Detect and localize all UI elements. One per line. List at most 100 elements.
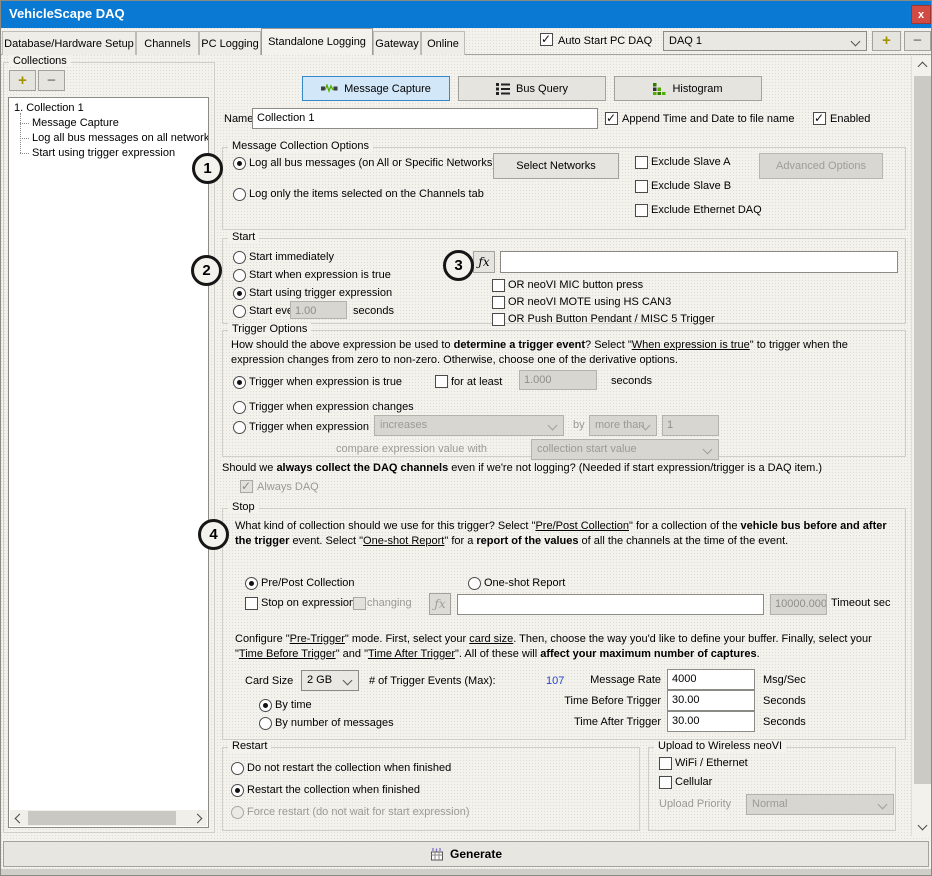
tree-item-log-all[interactable]: Log all bus messages on all networks	[20, 130, 208, 145]
window-bottom-edge	[0, 869, 932, 876]
fx-expression-button[interactable]: ƒx	[473, 251, 495, 273]
exclude-slave-b-label: Exclude Slave B	[651, 180, 731, 192]
bus-query-view-button[interactable]: Bus Query	[458, 76, 606, 101]
trigger-intro-text: How should the above expression be used …	[231, 338, 901, 368]
always-daq-question: Should we always collect the DAQ channel…	[222, 461, 898, 476]
start-expression-input[interactable]	[500, 251, 898, 273]
select-networks-button[interactable]: Select Networks	[493, 153, 619, 179]
tree-item-collection[interactable]: 1. Collection 1	[9, 98, 208, 115]
do-not-restart-radio[interactable]	[231, 762, 244, 775]
scroll-down-button[interactable]	[912, 818, 932, 836]
remove-daq-button[interactable]: −	[904, 31, 931, 51]
tree-horizontal-scrollbar[interactable]	[10, 810, 207, 826]
append-time-date-checkbox[interactable]	[605, 112, 618, 125]
tab-channels[interactable]: Channels	[136, 31, 199, 55]
message-rate-input[interactable]: 4000	[667, 669, 755, 690]
tree-item-message-capture[interactable]: Message Capture	[20, 115, 208, 130]
time-before-trigger-unit: Seconds	[763, 695, 806, 707]
start-immediately-label: Start immediately	[249, 251, 334, 263]
wifi-ethernet-checkbox[interactable]	[659, 757, 672, 770]
log-all-bus-messages-radio[interactable]	[233, 157, 246, 170]
tab-standalone-logging[interactable]: Standalone Logging	[261, 28, 373, 55]
upload-wireless-title: Upload to Wireless neoVI	[654, 740, 786, 752]
tab-gateway[interactable]: Gateway	[373, 31, 421, 55]
time-before-trigger-input[interactable]: 30.00	[667, 690, 755, 711]
for-at-least-checkbox[interactable]	[435, 375, 448, 388]
start-when-expression-radio[interactable]	[233, 269, 246, 282]
by-number-of-messages-label: By number of messages	[275, 717, 394, 729]
message-capture-view-button[interactable]: Message Capture	[302, 76, 450, 101]
start-when-expression-label: Start when expression is true	[249, 269, 391, 281]
trigger-when-expression-radio[interactable]	[233, 421, 246, 434]
chevron-down-icon	[917, 821, 927, 831]
or-neovi-mote-checkbox[interactable]	[492, 296, 505, 309]
start-immediately-radio[interactable]	[233, 251, 246, 264]
exclude-ethernet-daq-checkbox[interactable]	[635, 204, 648, 217]
name-input[interactable]: Collection 1	[252, 108, 598, 129]
tab-pc-logging[interactable]: PC Logging	[199, 31, 261, 55]
annotation-2: 2	[191, 255, 222, 286]
enabled-checkbox[interactable]	[813, 112, 826, 125]
collections-title: Collections	[9, 55, 71, 67]
exclude-slave-a-checkbox[interactable]	[635, 156, 648, 169]
trigger-when-true-radio[interactable]	[233, 376, 246, 389]
start-using-trigger-radio[interactable]	[233, 287, 246, 300]
bus-query-label: Bus Query	[516, 83, 568, 95]
list-icon	[496, 83, 510, 95]
restart-group: Restart Do not restart the collection wh…	[222, 747, 640, 831]
exclude-ethernet-daq-label: Exclude Ethernet DAQ	[651, 204, 762, 216]
restart-when-finished-label: Restart the collection when finished	[247, 784, 420, 796]
scrollbar-thumb[interactable]	[914, 76, 931, 784]
time-after-trigger-input[interactable]: 30.00	[667, 711, 755, 732]
plus-icon: +	[882, 36, 891, 46]
scroll-left-button[interactable]	[10, 810, 26, 826]
changing-checkbox	[353, 597, 366, 610]
for-at-least-seconds-label: seconds	[611, 375, 652, 387]
restart-when-finished-radio[interactable]	[231, 784, 244, 797]
tab-online[interactable]: Online	[421, 31, 465, 55]
by-amount-value: 1	[662, 415, 719, 436]
pre-post-collection-radio[interactable]	[245, 577, 258, 590]
trigger-options-group: Trigger Options How should the above exp…	[222, 330, 906, 457]
auto-start-pc-daq-checkbox[interactable]	[540, 33, 553, 46]
add-daq-button[interactable]: +	[872, 31, 901, 51]
remove-collection-button[interactable]: −	[38, 70, 65, 91]
generate-button[interactable]: Generate	[3, 841, 929, 867]
histogram-view-button[interactable]: Histogram	[614, 76, 762, 101]
log-only-channels-radio[interactable]	[233, 188, 246, 201]
add-collection-button[interactable]: +	[9, 70, 36, 91]
upload-wireless-group: Upload to Wireless neoVI WiFi / Ethernet…	[648, 747, 896, 831]
scroll-up-button[interactable]	[912, 56, 932, 74]
window-title: VehicleScape DAQ	[9, 6, 125, 21]
stop-expression-input[interactable]	[457, 594, 764, 615]
by-time-radio[interactable]	[259, 699, 272, 712]
scrollbar-thumb[interactable]	[28, 811, 176, 825]
cellular-checkbox[interactable]	[659, 776, 672, 789]
or-neovi-mote-label: OR neoVI MOTE using HS CAN3	[508, 296, 671, 308]
or-neovi-mic-checkbox[interactable]	[492, 279, 505, 292]
force-restart-radio	[231, 806, 244, 819]
start-group: Start Start immediately Start when expre…	[222, 238, 906, 324]
exclude-slave-b-checkbox[interactable]	[635, 180, 648, 193]
chevron-right-icon	[193, 813, 203, 823]
card-size-select[interactable]: 2 GB	[301, 670, 359, 691]
message-capture-label: Message Capture	[344, 83, 431, 95]
tab-database-hardware-setup[interactable]: Database/Hardware Setup	[2, 31, 136, 55]
one-shot-report-radio[interactable]	[468, 577, 481, 590]
tree-item-start-trigger[interactable]: Start using trigger expression	[20, 145, 208, 160]
message-rate-label: Message Rate	[501, 674, 661, 686]
scroll-right-button[interactable]	[191, 810, 207, 826]
stop-on-expression-checkbox[interactable]	[245, 597, 258, 610]
or-push-button-checkbox[interactable]	[492, 313, 505, 326]
stop-intro-text: What kind of collection should we use fo…	[235, 519, 897, 549]
message-rate-unit: Msg/Sec	[763, 674, 806, 686]
upload-priority-select: Normal	[746, 794, 894, 815]
main-vertical-scrollbar[interactable]	[911, 56, 932, 836]
by-number-of-messages-radio[interactable]	[259, 717, 272, 730]
close-button[interactable]: x	[911, 5, 931, 24]
daq-select[interactable]: DAQ 1	[663, 31, 867, 51]
start-every-radio[interactable]	[233, 305, 246, 318]
annotation-1: 1	[192, 153, 223, 184]
amount-type-select: more than	[589, 415, 657, 436]
trigger-when-changes-radio[interactable]	[233, 401, 246, 414]
